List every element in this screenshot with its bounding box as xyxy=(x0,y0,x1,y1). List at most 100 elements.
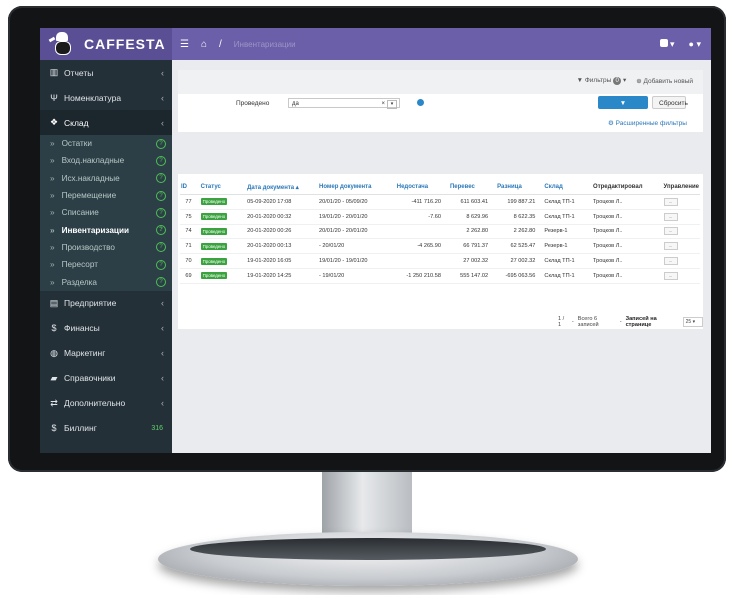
cell-actions: ... xyxy=(662,238,700,255)
sidebar-item-additional[interactable]: ⇄ Дополнительно ‹ xyxy=(40,391,172,416)
cell-shortage xyxy=(395,224,449,240)
sidebar-subitem-production[interactable]: » Производство? xyxy=(40,238,172,257)
col-actions: Управление xyxy=(662,180,700,195)
sidebar-subitem-incoming[interactable]: » Вход.накладные? xyxy=(40,152,172,170)
help-icon[interactable]: ? xyxy=(156,225,166,236)
logo[interactable]: CAFFESTA xyxy=(40,28,172,60)
status-badge: Проведено xyxy=(200,257,228,265)
cell-id: 69 xyxy=(180,268,200,284)
add-new-button[interactable]: ⊕ Добавить новый xyxy=(636,77,693,85)
help-icon[interactable]: ? xyxy=(156,207,166,218)
sidebar-item-marketing[interactable]: ◍ Маркетинг ‹ xyxy=(40,341,172,366)
monitor-stand-top xyxy=(190,538,546,560)
per-page-value: 25 xyxy=(685,319,692,325)
help-icon[interactable]: ? xyxy=(156,242,166,253)
col-id[interactable]: ID xyxy=(180,180,200,195)
menu-icon[interactable]: ☰ xyxy=(180,39,189,50)
help-icon[interactable]: ? xyxy=(156,259,166,270)
sidebar-item-label: Маркетинг xyxy=(64,348,106,359)
add-menu-button[interactable]: ▾ xyxy=(659,38,675,50)
col-difference[interactable]: Разница xyxy=(496,180,544,195)
table-row[interactable]: 71 Проведено 20-01-2020 00:13- 20/01/20 -4 … xyxy=(180,238,700,255)
col-date[interactable]: Дата документа ▴ xyxy=(246,180,319,195)
table-row[interactable]: 74 Проведено 20-01-2020 00:26 20/01/20 - 20… xyxy=(180,224,700,240)
table-row[interactable]: 75 Проведено 20-01-2020 00:32 19/01/20 - 20… xyxy=(180,209,700,225)
chevron-down-icon[interactable]: ▾ xyxy=(387,100,397,109)
cell-difference: 8 622.35 xyxy=(496,209,544,225)
row-actions-button[interactable]: ... xyxy=(663,271,678,280)
pager: 1 / 1 - Всего 6 записей - Записей на стр… xyxy=(558,316,703,328)
sidebar-item-label: Финансы xyxy=(64,323,100,334)
sidebar-subitem-inventory[interactable]: » Инвентаризации? xyxy=(40,221,172,239)
chevron-left-icon: ‹ xyxy=(161,298,164,309)
row-actions-button[interactable]: ... xyxy=(663,197,678,206)
sidebar-subitem-writeoff[interactable]: » Списание? xyxy=(40,204,172,222)
cell-id: 77 xyxy=(180,194,200,210)
sidebar-item-finance[interactable]: $ Финансы ‹ xyxy=(40,316,172,341)
cell-surplus: 555 147.02 xyxy=(448,268,497,284)
row-actions-button[interactable]: ... xyxy=(663,242,678,251)
info-icon[interactable] xyxy=(417,99,424,106)
home-icon[interactable]: ⌂ xyxy=(201,39,207,50)
clear-icon[interactable]: × xyxy=(381,99,385,109)
filter-panel: ▼ Фильтры 0 ▾ ⊕ Добавить новый Проведено… xyxy=(178,70,703,132)
reset-filter-button[interactable]: Сбросить xyxy=(652,96,688,109)
sidebar-subitem-outgoing[interactable]: » Исх.накладные? xyxy=(40,169,172,187)
cell-number: - 20/01/20 xyxy=(318,238,396,255)
table-row[interactable]: 77 Проведено 05-09-2020 17:08 20/01/20 - 05… xyxy=(180,194,700,210)
advanced-filters-label: Расширенные фильтры xyxy=(615,120,687,127)
cell-editor: Троцков Л.. xyxy=(592,209,663,225)
inventory-table: ID Статус Дата документа ▴ Номер докумен… xyxy=(180,180,700,284)
user-menu-button[interactable]: ● ▾ xyxy=(689,39,701,50)
filters-label: Фильтры xyxy=(584,77,612,84)
sidebar-item-nomenclature[interactable]: Ψ Номенклатура ‹ xyxy=(40,85,172,110)
chevron-left-icon: ‹ xyxy=(161,323,164,334)
sidebar-item-warehouse[interactable]: ❖ Склад ‹ xyxy=(40,110,172,135)
pager-pages: 1 / 1 xyxy=(558,316,565,328)
col-surplus[interactable]: Перевес xyxy=(448,180,497,195)
filters-toggle[interactable]: ▼ Фильтры 0 ▾ xyxy=(576,76,626,85)
sidebar-item-label: Дополнительно xyxy=(64,398,126,409)
cell-id: 71 xyxy=(180,238,200,255)
filter-icon: ▼ xyxy=(576,77,584,84)
help-icon[interactable]: ? xyxy=(156,173,166,184)
cell-difference: 199 887.21 xyxy=(496,194,544,210)
help-icon[interactable]: ? xyxy=(156,277,166,288)
sidebar-item-billing[interactable]: $ Биллинг 316 xyxy=(40,416,172,441)
help-icon[interactable]: ? xyxy=(156,190,166,201)
sidebar-subitem-stock[interactable]: » Остатки? xyxy=(40,135,172,153)
help-icon[interactable]: ? xyxy=(156,138,166,149)
row-actions-button[interactable]: ... xyxy=(663,227,678,236)
col-shortage[interactable]: Недостача xyxy=(395,180,449,195)
status-badge: Проведено xyxy=(200,227,228,235)
row-actions-button[interactable]: ... xyxy=(663,257,678,266)
chevron-left-icon: ‹ xyxy=(161,67,164,78)
table-row[interactable]: 70 Проведено 19-01-2020 16:05 19/01/20 - 19… xyxy=(180,253,700,269)
sidebar: ▥ Отчеты ‹ Ψ Номенклатура ‹ ❖ Склад ‹ » О… xyxy=(40,60,172,453)
advanced-filters-link[interactable]: ⚙ Расширенные фильтры xyxy=(608,119,687,127)
help-icon[interactable]: ? xyxy=(156,155,166,166)
sidebar-item-enterprise[interactable]: ▤ Предприятие ‹ xyxy=(40,291,172,316)
dollar-icon: $ xyxy=(51,423,57,434)
per-page-select[interactable]: 25 ▾ xyxy=(682,317,703,327)
status-badge: Проведено xyxy=(200,242,228,250)
sidebar-subitem-butchering[interactable]: » Разделка? xyxy=(40,273,172,291)
book-icon: ▰ xyxy=(50,372,58,383)
sidebar-item-reports[interactable]: ▥ Отчеты ‹ xyxy=(40,60,172,85)
col-number[interactable]: Номер документа xyxy=(318,180,396,195)
sidebar-subitem-regrade[interactable]: » Пересорт? xyxy=(40,256,172,274)
col-status[interactable]: Статус xyxy=(199,180,247,195)
col-warehouse[interactable]: Склад xyxy=(543,180,593,195)
plus-circle-icon: ⊕ xyxy=(636,77,642,85)
sidebar-item-references[interactable]: ▰ Справочники ‹ xyxy=(40,366,172,391)
sidebar-subitem-transfer[interactable]: » Перемещение? xyxy=(40,186,172,205)
filter-label: Проведено xyxy=(236,100,270,107)
sidebar-item-label: Предприятие xyxy=(64,298,117,309)
cell-editor: Троцков Л.. xyxy=(592,253,663,269)
table-row[interactable]: 69 Проведено 19-01-2020 14:25- 19/01/20 -1 … xyxy=(180,268,700,284)
apply-filter-button[interactable]: ▼ Фильтровать xyxy=(598,96,648,120)
row-actions-button[interactable]: ... xyxy=(663,212,678,221)
cell-date: 20-01-2020 00:32 xyxy=(246,209,319,225)
posted-select[interactable]: да × ▾ xyxy=(288,98,400,109)
sidebar-subitem-label: Инвентаризации xyxy=(61,225,130,235)
